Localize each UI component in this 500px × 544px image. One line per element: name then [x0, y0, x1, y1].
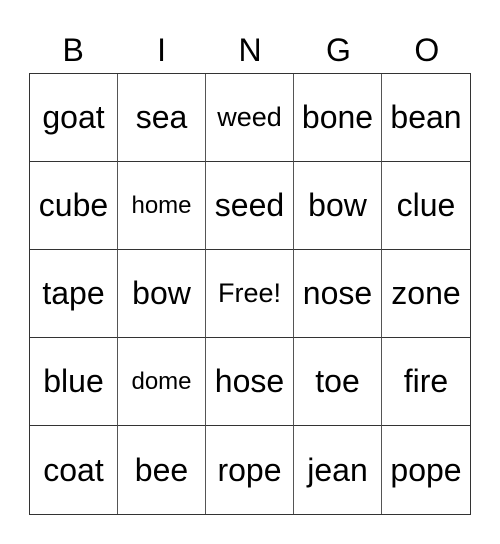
header-letter-b: B: [62, 32, 84, 68]
bingo-cell: cube: [30, 162, 118, 250]
bingo-cell: pope: [390, 451, 462, 488]
header-letter-g: G: [325, 32, 351, 68]
bingo-cell: coat: [30, 426, 118, 514]
bingo-cell: dome: [118, 338, 206, 426]
bingo-cell: bow: [118, 250, 206, 338]
bingo-cell: nose: [294, 250, 382, 338]
bingo-cell: bee: [118, 426, 206, 514]
bingo-cell: weed: [206, 74, 294, 162]
bingo-cell: fire: [382, 338, 470, 426]
free-space-cell: Free!: [206, 250, 294, 338]
bingo-cell: home: [118, 162, 206, 250]
bingo-cell: toe: [294, 338, 382, 426]
bingo-cell: zone: [382, 250, 470, 338]
bingo-cell: bow: [294, 162, 382, 250]
bingo-cell: bean: [382, 74, 470, 162]
bingo-cell: sea: [118, 74, 206, 162]
bingo-cell: rope: [206, 426, 294, 514]
bingo-cell: hose: [206, 338, 294, 426]
bingo-card-grid: goat sea weed bone bean cube home seed b…: [29, 73, 471, 515]
bingo-cell: tape: [30, 250, 118, 338]
bingo-cell: jean: [294, 426, 382, 514]
header-letter-i: I: [157, 32, 167, 68]
bingo-header: B I N G O: [29, 28, 471, 72]
bingo-cell: bone: [294, 74, 382, 162]
header-letter-o: O: [414, 32, 440, 68]
header-letter-n: N: [238, 32, 262, 68]
bingo-cell: blue: [30, 338, 118, 426]
bingo-cell: seed: [206, 162, 294, 250]
bingo-cell: goat: [30, 74, 118, 162]
bingo-cell: clue: [382, 162, 470, 250]
